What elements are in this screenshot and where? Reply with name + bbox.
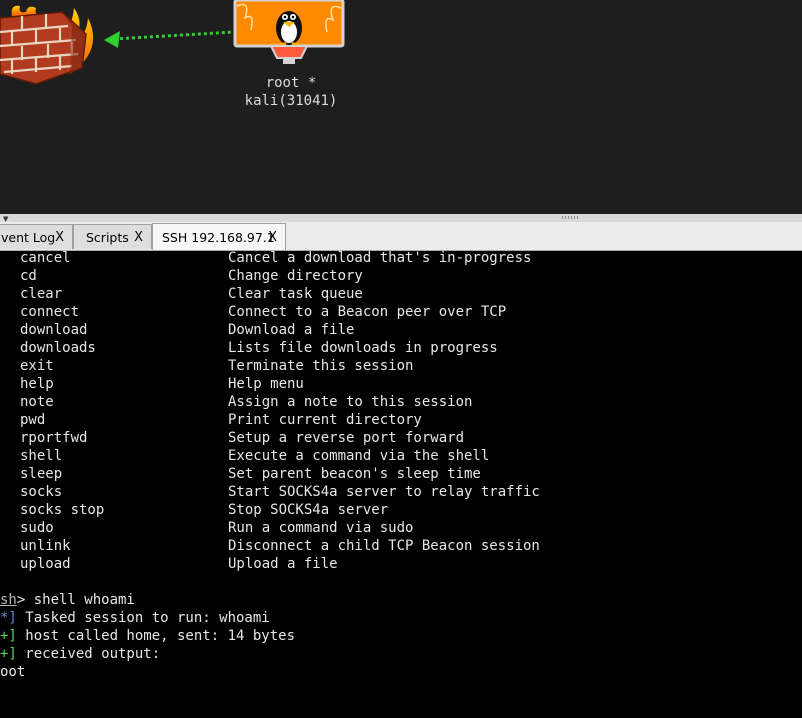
console-output[interactable]: cancel Cancel a download that's in-progr… xyxy=(0,251,802,718)
tab-bar: vent Log X Scripts X SSH 192.168.97.1 X xyxy=(0,222,802,251)
help-command: help xyxy=(20,376,54,392)
help-command: downloads xyxy=(20,340,96,356)
help-description: Cancel a download that's in-progress xyxy=(228,251,532,266)
help-command: sudo xyxy=(20,520,54,536)
help-description: Set parent beacon's sleep time xyxy=(228,466,481,482)
help-description: Stop SOCKS4a server xyxy=(228,502,389,518)
session-host-label: kali(31041) xyxy=(244,93,338,109)
help-description: Assign a note to this session xyxy=(228,394,473,410)
help-command: rportfwd xyxy=(20,430,88,446)
prompt-command: > shell whoami xyxy=(16,592,135,608)
linux-session-icon[interactable] xyxy=(231,0,351,70)
help-description: Upload a file xyxy=(228,556,338,572)
help-command: socks stop xyxy=(20,502,105,518)
help-description: Help menu xyxy=(228,376,304,392)
help-command: note xyxy=(20,394,54,410)
help-description: Disconnect a child TCP Beacon session xyxy=(228,538,540,554)
info-tag: *] xyxy=(0,610,17,626)
help-command: unlink xyxy=(20,538,71,554)
help-command: exit xyxy=(20,358,54,374)
success-tag: +] xyxy=(0,628,17,644)
command-prompt-line: sh> shell whoami xyxy=(0,591,135,609)
help-description: Download a file xyxy=(228,322,355,338)
output-line: +] received output: xyxy=(0,645,160,663)
help-command: cancel xyxy=(20,251,71,266)
output-text: received output: xyxy=(16,646,161,662)
output-line: *] Tasked session to run: whoami xyxy=(0,609,270,627)
help-command: download xyxy=(20,322,88,338)
help-description: Print current directory xyxy=(228,412,422,428)
help-description: Lists file downloads in progress xyxy=(228,340,498,356)
command-result: oot xyxy=(0,664,26,680)
pivot-graph[interactable]: root * kali(31041) xyxy=(0,0,802,214)
help-command: cd xyxy=(20,268,37,284)
help-command: sleep xyxy=(20,466,63,482)
tab-scripts[interactable]: Scripts X xyxy=(73,224,152,249)
close-icon[interactable]: X xyxy=(268,224,277,250)
help-description: Terminate this session xyxy=(228,358,414,374)
help-description: Start SOCKS4a server to relay traffic xyxy=(228,484,540,500)
help-command: connect xyxy=(20,304,80,320)
help-description: Run a command via sudo xyxy=(228,520,414,536)
prompt-label: sh xyxy=(0,592,17,608)
output-line: +] host called home, sent: 14 bytes xyxy=(0,627,295,645)
help-description: Connect to a Beacon peer over TCP xyxy=(228,304,507,320)
session-user-label: root * xyxy=(265,75,317,91)
close-icon[interactable]: X xyxy=(134,225,143,249)
close-icon[interactable]: X xyxy=(55,225,64,249)
output-text: Tasked session to run: whoami xyxy=(16,610,270,626)
help-command: upload xyxy=(20,556,71,572)
help-command: socks xyxy=(20,484,63,500)
pivot-link-arrow xyxy=(104,30,235,48)
tab-ssh-session[interactable]: SSH 192.168.97.1 X xyxy=(152,223,286,250)
help-command: clear xyxy=(20,286,63,302)
help-description: Clear task queue xyxy=(228,286,363,302)
firewall-icon[interactable] xyxy=(0,4,100,86)
tab-label: vent Log xyxy=(1,230,56,245)
success-tag: +] xyxy=(0,646,17,662)
help-description: Change directory xyxy=(228,268,363,284)
output-text: host called home, sent: 14 bytes xyxy=(16,628,296,644)
help-description: Execute a command via the shell xyxy=(228,448,490,464)
help-description: Setup a reverse port forward xyxy=(228,430,465,446)
tab-label: Scripts xyxy=(86,230,129,245)
tab-event-log[interactable]: vent Log X xyxy=(0,224,73,249)
help-command: pwd xyxy=(20,412,46,428)
help-command: shell xyxy=(20,448,63,464)
tab-label: SSH 192.168.97.1 xyxy=(162,230,275,245)
splitter-grip-icon[interactable] xyxy=(562,216,578,219)
